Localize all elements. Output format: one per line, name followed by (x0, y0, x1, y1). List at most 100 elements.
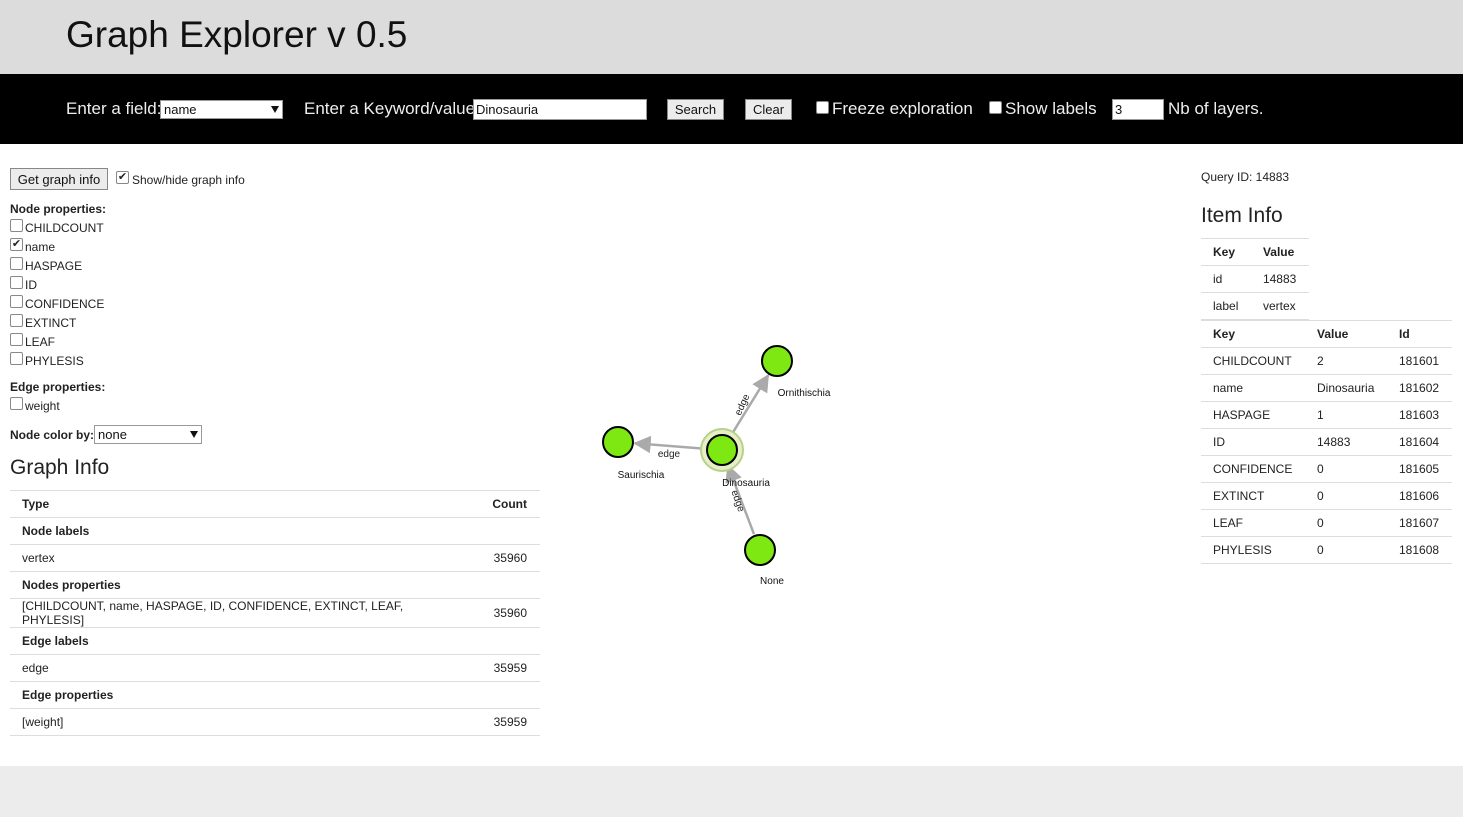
edge-label: edge (658, 449, 681, 460)
value-cell: vertex (1250, 292, 1309, 320)
table-row: id 14883 (1201, 265, 1309, 293)
node-property-checkbox[interactable] (10, 333, 23, 346)
table-header-row: Key Value (1201, 238, 1309, 266)
count-cell: 35959 (480, 654, 540, 682)
graph-edge[interactable] (633, 435, 706, 454)
edge-properties-title: Edge properties: (10, 380, 106, 394)
id-cell: 181608 (1387, 536, 1452, 564)
id-cell: 181605 (1387, 455, 1452, 483)
id-cell: 181607 (1387, 509, 1452, 537)
value-header: Value (1250, 238, 1309, 266)
id-cell: 181601 (1387, 347, 1452, 375)
key-header: Key (1201, 238, 1251, 266)
type-cell: Node labels (10, 517, 481, 545)
value-cell: 0 (1305, 509, 1387, 537)
value-header: Value (1305, 320, 1387, 348)
edge-label: edge (728, 489, 746, 514)
node-property-checkbox[interactable] (10, 314, 23, 327)
count-cell: 35959 (480, 708, 540, 736)
node-property-checkbox[interactable] (10, 219, 23, 232)
item-properties-table: Key Value Id CHILDCOUNT 2 181601 name Dinosa… (1201, 320, 1452, 564)
key-cell: LEAF (1201, 509, 1305, 537)
id-cell: 181604 (1387, 428, 1452, 456)
count-cell: 35960 (480, 598, 540, 628)
count-cell (480, 517, 540, 545)
table-row: HASPAGE 1 181603 (1201, 401, 1452, 429)
graph-node[interactable] (706, 434, 738, 466)
node-color-label: Node color by: (10, 428, 95, 442)
count-cell (480, 681, 540, 709)
node-property-label: PHYLESIS (25, 354, 84, 368)
node-property-label: HASPAGE (25, 259, 83, 273)
table-row: ID 14883 181604 (1201, 428, 1452, 456)
edge-property-label: weight (25, 399, 60, 413)
table-row: CONFIDENCE 0 181605 (1201, 455, 1452, 483)
value-cell: 1 (1305, 401, 1387, 429)
node-property-checkbox[interactable] (10, 276, 23, 289)
node-properties-title: Node properties: (10, 202, 107, 216)
value-cell: Dinosauria (1305, 374, 1387, 402)
search-button[interactable]: Search (667, 99, 724, 120)
field-select[interactable]: name (160, 100, 283, 119)
get-graph-info-button[interactable]: Get graph info (10, 168, 108, 190)
freeze-checkbox[interactable] (816, 101, 829, 114)
count-cell (480, 571, 540, 599)
query-id-label: Query ID: 14883 (1201, 170, 1290, 184)
type-cell: edge (10, 654, 481, 682)
node-property-label: CHILDCOUNT (25, 221, 104, 235)
freeze-label: Freeze exploration (832, 99, 973, 118)
clear-button[interactable]: Clear (745, 99, 792, 120)
keyword-input[interactable] (473, 99, 647, 120)
count-cell: 35960 (480, 544, 540, 572)
table-row: label vertex (1201, 292, 1309, 320)
type-cell: vertex (10, 544, 481, 572)
node-property-checkbox[interactable] (10, 257, 23, 270)
value-cell: 0 (1305, 536, 1387, 564)
show-labels-checkbox[interactable] (989, 101, 1002, 114)
node-property-label: CONFIDENCE (25, 297, 105, 311)
count-cell (480, 627, 540, 655)
value-cell: 2 (1305, 347, 1387, 375)
table-header-row: Type Count (10, 490, 540, 518)
table-row: Edge properties (10, 681, 540, 709)
graph-canvas[interactable]: edgeedgeedge DinosauriaOrnithischiaSauri… (560, 180, 880, 620)
layers-label: Nb of layers. (1168, 99, 1264, 118)
node-property-label: name (25, 240, 56, 254)
field-label: Enter a field: (66, 99, 162, 118)
table-row: Node labels (10, 517, 540, 545)
node-label: None (760, 576, 784, 587)
show-labels-label: Show labels (1005, 99, 1097, 118)
node-label: Saurischia (618, 470, 665, 481)
node-property-checkbox[interactable] (10, 352, 23, 365)
node-label: Ornithischia (778, 388, 831, 399)
graph-node[interactable] (602, 426, 634, 458)
graph-info-table: Type Count Node labels vertex 35960 Nodes p… (10, 490, 540, 736)
id-cell: 181606 (1387, 482, 1452, 510)
value-cell: 14883 (1250, 265, 1309, 293)
node-color-select[interactable]: none (94, 425, 202, 444)
key-cell: HASPAGE (1201, 401, 1305, 429)
table-row: edge 35959 (10, 654, 540, 682)
table-row: Nodes properties (10, 571, 540, 599)
value-cell: 14883 (1305, 428, 1387, 456)
layers-input[interactable] (1112, 99, 1164, 120)
edge-property-checkbox[interactable] (10, 397, 23, 410)
show-hide-graph-info-checkbox[interactable]: ✔ (116, 171, 129, 184)
key-cell: PHYLESIS (1201, 536, 1305, 564)
graph-node[interactable] (744, 534, 776, 566)
type-cell: Nodes properties (10, 571, 481, 599)
graph-node[interactable] (761, 345, 793, 377)
node-property-checkbox[interactable] (10, 295, 23, 308)
table-row: Edge labels (10, 627, 540, 655)
value-cell: 0 (1305, 455, 1387, 483)
table-header-row: Key Value Id (1201, 320, 1452, 348)
key-header: Key (1201, 320, 1305, 348)
node-property-checkbox[interactable]: ✔ (10, 238, 23, 251)
table-row: [weight] 35959 (10, 708, 540, 736)
table-row: vertex 35960 (10, 544, 540, 572)
table-row: [CHILDCOUNT, name, HASPAGE, ID, CONFIDEN… (10, 598, 540, 628)
app-title: Graph Explorer v 0.5 (66, 14, 408, 55)
key-cell: ID (1201, 428, 1305, 456)
type-header: Type (10, 490, 481, 518)
node-label: Dinosauria (722, 478, 770, 489)
